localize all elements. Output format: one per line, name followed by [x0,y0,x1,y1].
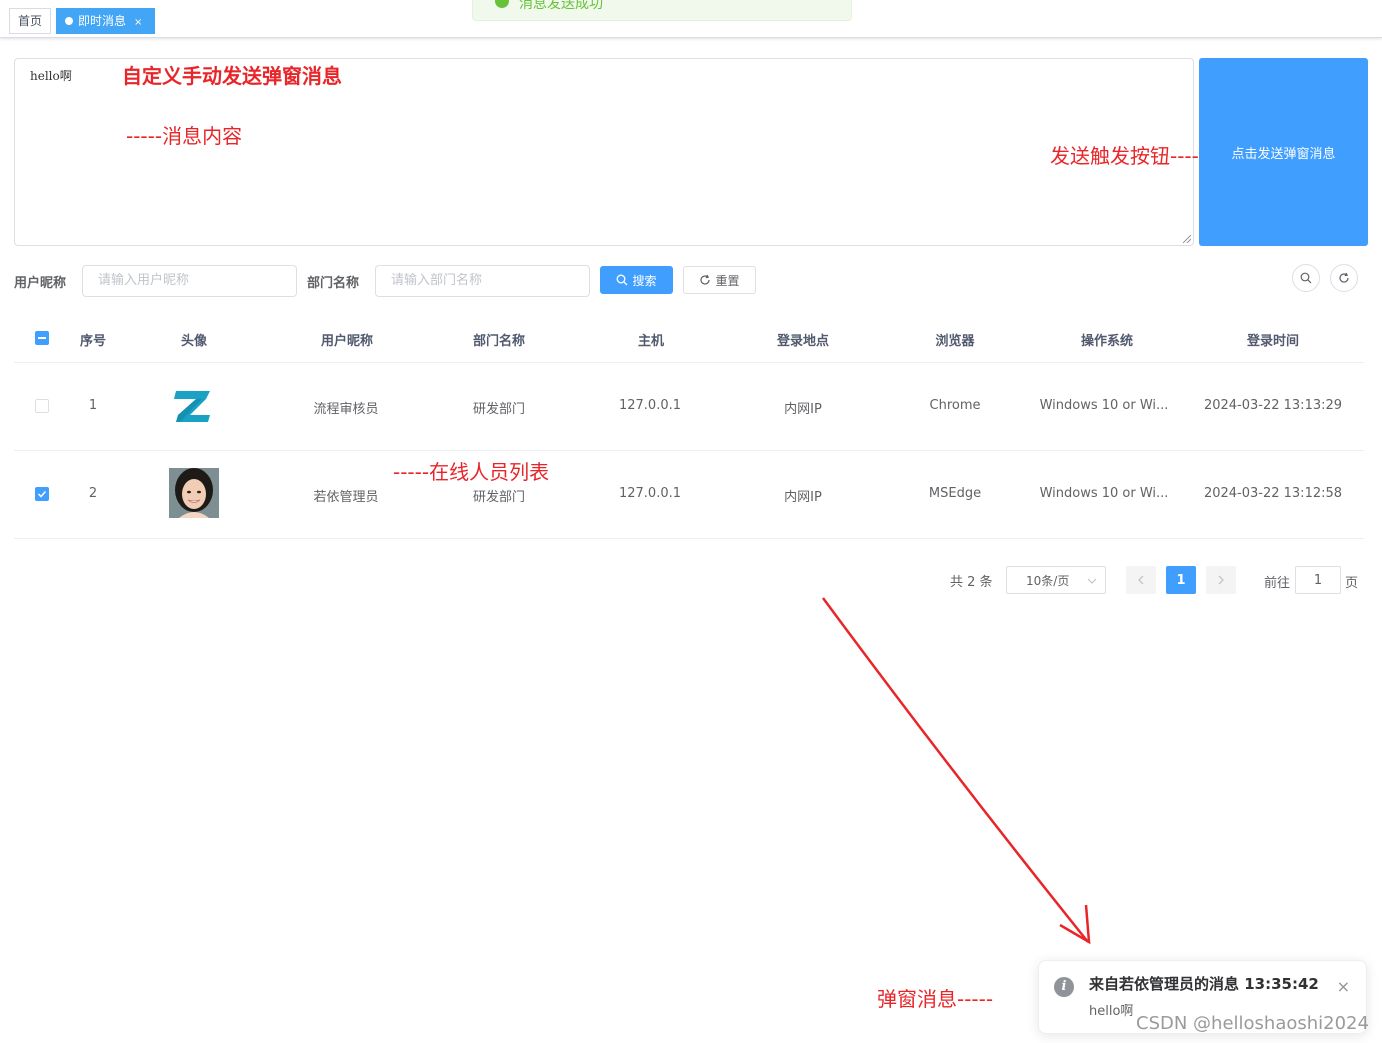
notification-title: 来自若依管理员的消息 13:35:42 [1089,975,1319,993]
notification-body: hello啊 [1089,1004,1134,1019]
annotation-arrow-icon [821,597,1091,945]
close-icon[interactable]: × [1337,977,1350,996]
info-icon: i [1054,977,1074,997]
watermark: CSDN @helloshaoshi2024 [1136,1013,1369,1034]
